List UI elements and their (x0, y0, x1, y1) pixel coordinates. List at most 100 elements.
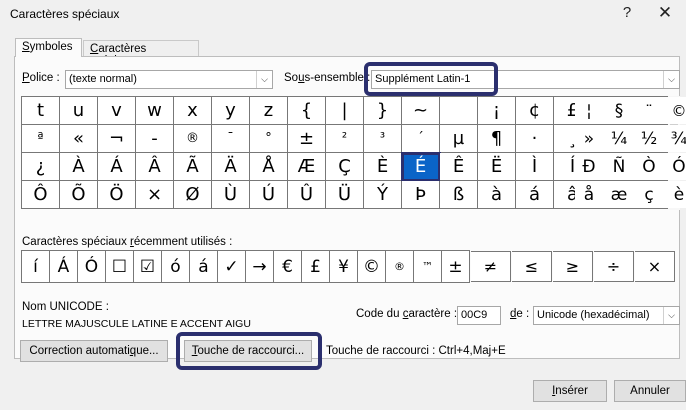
recent-char-cell[interactable]: → (246, 251, 274, 283)
symbol-cell[interactable]: ® (174, 125, 212, 153)
symbol-cell[interactable]: } (364, 97, 402, 125)
font-select[interactable]: (texte normal) ⌵ (65, 70, 273, 89)
symbol-cell[interactable]: à (478, 181, 516, 209)
symbol-cell[interactable] (440, 97, 478, 125)
cancel-button[interactable]: Annuler (614, 380, 686, 402)
recent-char-cell[interactable]: © (358, 251, 386, 283)
symbol-cell-selected[interactable]: É (401, 152, 441, 182)
symbol-cell[interactable]: µ (440, 125, 478, 153)
symbol-cell[interactable]: Ý (364, 181, 402, 209)
tab-caracteres-speciaux[interactable]: Caractères spéciaux (83, 40, 199, 67)
symbol-cell[interactable]: » (575, 125, 603, 152)
symbol-cell[interactable]: © (665, 97, 686, 124)
symbol-cell[interactable]: x (174, 97, 212, 125)
symbol-cell[interactable]: Õ (60, 181, 98, 209)
recent-char-cell[interactable]: ó (162, 251, 190, 283)
chevron-down-icon[interactable]: ⌵ (256, 71, 272, 88)
symbol-cell[interactable]: - (136, 125, 174, 153)
symbol-cell[interactable]: t (22, 97, 60, 125)
symbol-cell[interactable]: · (516, 125, 554, 153)
symbol-cell[interactable]: Ú (250, 181, 288, 209)
symbol-cell[interactable]: ¦ (575, 97, 603, 124)
symbol-cell[interactable]: w (136, 97, 174, 125)
symbol-cell[interactable]: Ì (516, 153, 554, 181)
recent-char-cell[interactable]: í (22, 251, 50, 283)
symbol-cell[interactable]: | (326, 97, 364, 125)
recent-char-cell[interactable]: Ó (78, 251, 106, 283)
recent-char-cell[interactable]: ✓ (218, 251, 246, 283)
symbol-cell[interactable]: ¬ (98, 125, 136, 153)
symbol-cell[interactable]: Ù (212, 181, 250, 209)
symbol-cell[interactable]: Ð (575, 153, 603, 180)
insert-button[interactable]: Insérer (533, 380, 607, 402)
symbol-cell[interactable]: Å (250, 153, 288, 181)
symbol-cell[interactable]: Ö (98, 181, 136, 209)
symbol-cell[interactable]: ¢ (516, 97, 554, 125)
symbol-cell[interactable]: ¯ (212, 125, 250, 153)
symbol-cell[interactable]: Ë (478, 153, 516, 181)
symbol-cell[interactable]: Ñ (605, 153, 633, 180)
recent-char-cell[interactable]: × (635, 251, 675, 282)
symbol-cell[interactable]: ´ (402, 125, 440, 153)
symbol-cell[interactable]: Â (136, 153, 174, 181)
symbol-cell[interactable]: ¡ (478, 97, 516, 125)
symbol-cell[interactable]: ¨ (635, 97, 663, 124)
symbol-cell[interactable]: ¾ (665, 125, 686, 152)
from-select[interactable]: Unicode (hexadécimal) ⌵ (533, 306, 680, 325)
symbol-cell[interactable]: × (136, 181, 174, 209)
recent-char-cell[interactable]: ☑ (134, 251, 162, 283)
symbol-cell[interactable]: Ó (665, 153, 686, 180)
symbol-cell[interactable]: ç (635, 181, 663, 208)
chevron-down-icon[interactable]: ⌵ (663, 307, 679, 324)
tab-symboles[interactable]: Symboles (15, 38, 82, 57)
symbol-cell[interactable]: Ô (22, 181, 60, 209)
symbol-cell[interactable]: ° (250, 125, 288, 153)
symbol-cell[interactable]: ß (440, 181, 478, 209)
symbol-cell[interactable]: è (665, 181, 686, 208)
recent-char-cell[interactable]: ± (442, 251, 470, 283)
symbol-cell[interactable]: ± (288, 125, 326, 153)
autocorrect-button[interactable]: Correction automatique... (20, 340, 168, 362)
symbol-cell[interactable]: Ê (440, 153, 478, 181)
symbol-cell[interactable]: á (516, 181, 554, 209)
symbol-cell[interactable]: Ã (174, 153, 212, 181)
char-code-input[interactable]: 00C9 (457, 306, 501, 325)
recent-char-cell[interactable]: ☐ (106, 251, 134, 283)
symbol-cell[interactable]: Ü (326, 181, 364, 209)
recent-char-cell[interactable]: £ (302, 251, 330, 283)
symbol-cell[interactable]: § (605, 97, 633, 124)
recent-char-cell[interactable]: ™ (414, 251, 442, 283)
symbol-cell[interactable]: Þ (402, 181, 440, 209)
symbol-cell[interactable]: À (60, 153, 98, 181)
chevron-down-icon[interactable]: ⌵ (663, 71, 679, 88)
symbol-cell[interactable]: { (288, 97, 326, 125)
symbol-cell[interactable]: ² (326, 125, 364, 153)
symbol-cell[interactable]: ¼ (605, 125, 633, 152)
symbol-cell[interactable]: ¶ (478, 125, 516, 153)
symbol-cell[interactable]: Ø (174, 181, 212, 209)
recent-char-cell[interactable]: € (274, 251, 302, 283)
symbol-cell[interactable]: æ (605, 181, 633, 208)
symbol-cell[interactable]: v (98, 97, 136, 125)
symbol-cell[interactable]: ¿ (22, 153, 60, 181)
symbol-cell[interactable]: Ç (326, 153, 364, 181)
recent-char-cell[interactable]: ≠ (471, 251, 511, 282)
recent-char-cell[interactable]: Á (50, 251, 78, 283)
symbol-cell[interactable]: ª (22, 125, 60, 153)
recent-char-cell[interactable]: ≤ (512, 251, 552, 282)
symbol-cell[interactable]: « (60, 125, 98, 153)
symbol-cell[interactable]: Ä (212, 153, 250, 181)
recent-char-cell[interactable]: ® (386, 251, 414, 283)
symbol-cell[interactable]: ³ (364, 125, 402, 153)
symbol-cell[interactable]: å (575, 181, 603, 208)
help-button[interactable]: ? (615, 2, 639, 24)
recent-char-cell[interactable]: ÷ (594, 251, 634, 282)
symbol-cell[interactable]: Á (98, 153, 136, 181)
symbol-cell[interactable]: Ò (635, 153, 663, 180)
recent-char-cell[interactable]: á (190, 251, 218, 283)
symbol-cell[interactable]: È (364, 153, 402, 181)
symbol-cell[interactable]: ~ (402, 97, 440, 125)
symbol-cell[interactable]: z (250, 97, 288, 125)
symbol-cell[interactable]: ½ (635, 125, 663, 152)
symbol-cell[interactable]: u (60, 97, 98, 125)
